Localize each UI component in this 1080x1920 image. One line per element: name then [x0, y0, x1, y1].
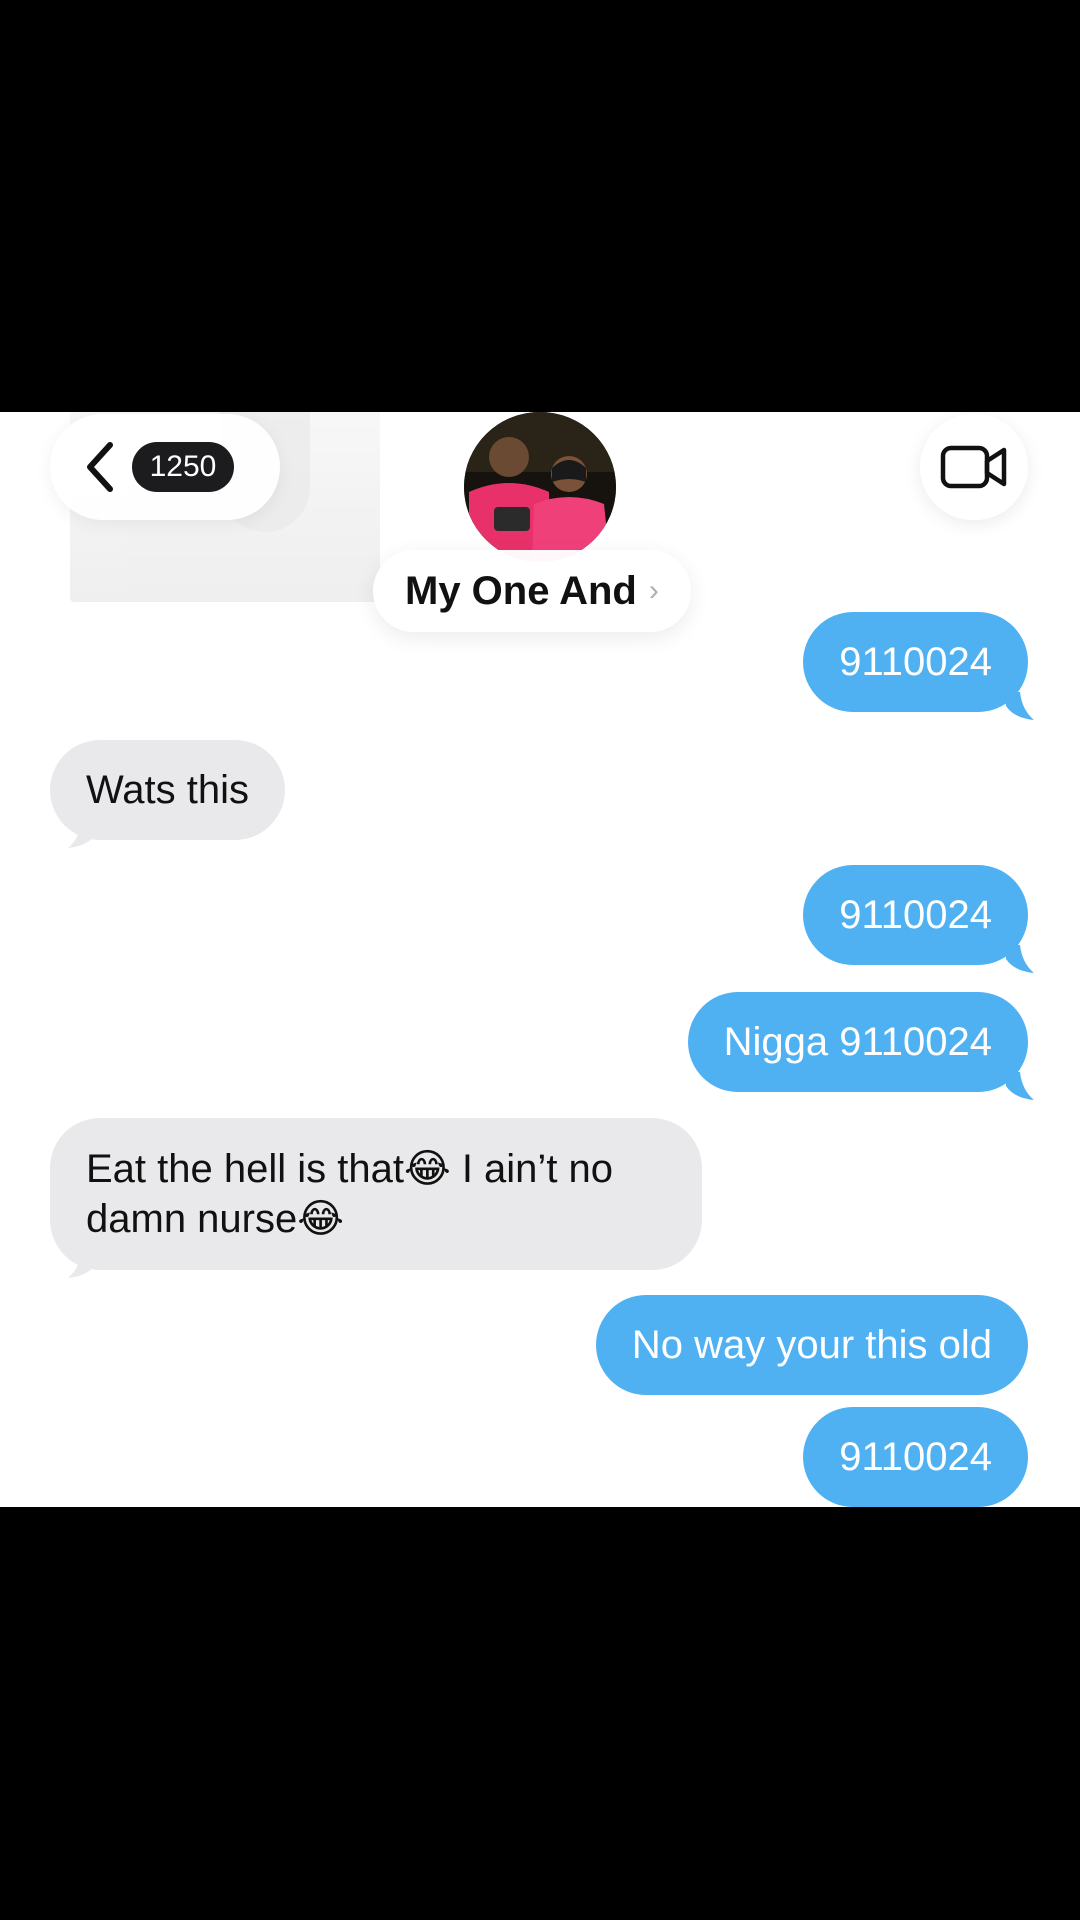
- bubble-tail: [68, 820, 96, 848]
- message-bubble-outgoing[interactable]: 9110024: [803, 865, 1028, 965]
- video-camera-icon: [940, 445, 1007, 489]
- video-call-button[interactable]: [920, 414, 1028, 520]
- message-text: Eat the hell is that😂 I ain’t no damn nu…: [86, 1147, 614, 1241]
- bubble-tail: [1006, 1072, 1034, 1100]
- message-bubble-incoming[interactable]: Eat the hell is that😂 I ain’t no damn nu…: [50, 1118, 702, 1270]
- messages-screen: 1250 My One And › 9110024 Wats this 9110…: [0, 412, 1080, 1507]
- bubble-tail: [68, 1250, 96, 1278]
- unread-count-badge: 1250: [132, 442, 234, 492]
- message-text: Wats this: [86, 768, 249, 812]
- message-bubble-outgoing[interactable]: 9110024: [803, 1407, 1028, 1507]
- contact-avatar[interactable]: [464, 412, 616, 562]
- bubble-tail: [1006, 692, 1034, 720]
- message-text: 9110024: [839, 640, 992, 684]
- contact-name: My One And: [405, 568, 637, 613]
- back-button[interactable]: 1250: [50, 414, 280, 520]
- message-text: 9110024: [839, 1435, 992, 1479]
- avatar-photo: [464, 412, 616, 562]
- bubble-tail: [1006, 945, 1034, 973]
- top-letterbox: [0, 0, 1080, 412]
- message-bubble-outgoing[interactable]: Nigga 9110024: [687, 992, 1028, 1092]
- contact-name-button[interactable]: My One And ›: [373, 550, 691, 632]
- chevron-right-icon: ›: [648, 574, 659, 607]
- message-text: Nigga 9110024: [723, 1020, 992, 1064]
- chevron-left-icon: [87, 442, 113, 492]
- message-bubble-outgoing[interactable]: No way your this old: [595, 1295, 1028, 1395]
- bottom-letterbox: [0, 1507, 1080, 1920]
- message-text: 9110024: [839, 893, 992, 937]
- message-bubble-outgoing[interactable]: 9110024: [803, 612, 1028, 712]
- message-text: No way your this old: [631, 1323, 992, 1367]
